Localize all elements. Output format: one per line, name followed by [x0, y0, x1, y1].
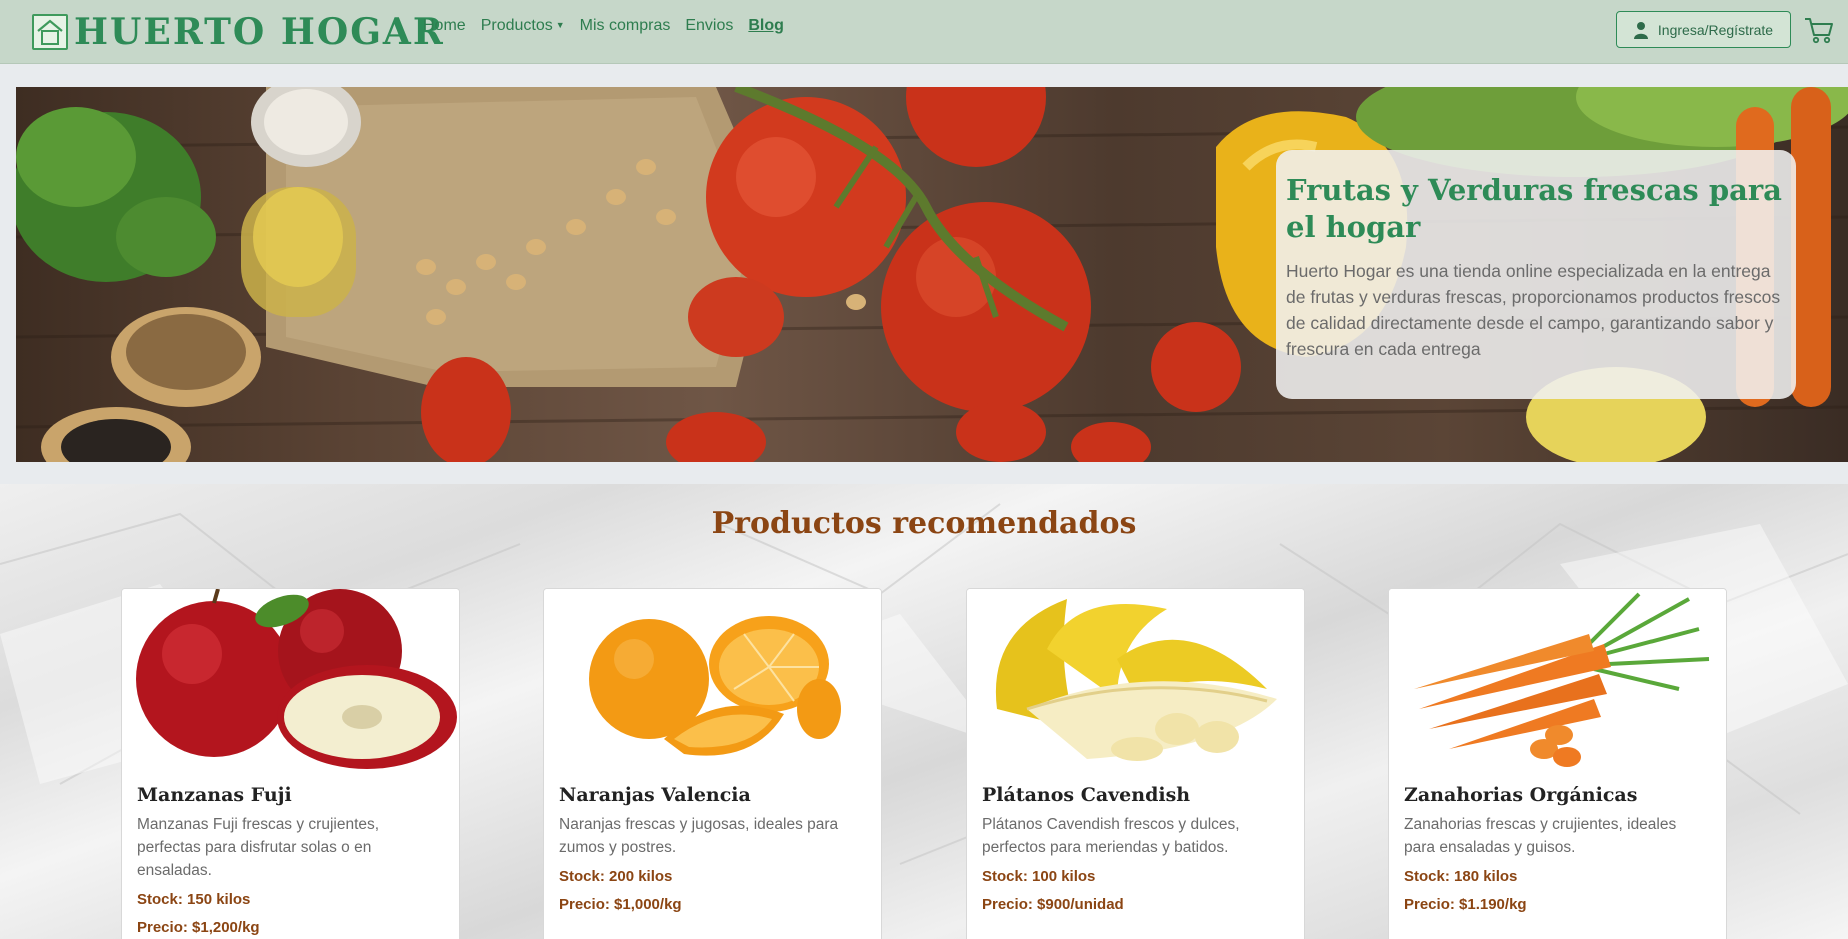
product-name: Plátanos Cavendish: [982, 784, 1191, 806]
product-name: Zanahorias Orgánicas: [1404, 784, 1638, 806]
nav-item-label: Envios: [685, 17, 734, 34]
nav-item-label: Home: [423, 17, 466, 34]
nav-item-label: Productos: [480, 17, 553, 34]
product-name: Naranjas Valencia: [559, 784, 751, 806]
hero-banner: Frutas y Verduras frescas para el hogar …: [16, 87, 1848, 462]
login-register-label: Ingresa/Regístrate: [1657, 21, 1774, 38]
recommended-products-section: Productos recomendados Manzanas Fuji Man…: [0, 484, 1848, 939]
caret-down-icon: ▼: [555, 20, 565, 30]
product-price: Precio: $1,000/kg: [559, 896, 682, 913]
product-price: Precio: $900/unidad: [982, 896, 1124, 913]
product-stock: Stock: 180 kilos: [1404, 868, 1518, 885]
nav-menu: Home Productos ▼ Mis compras Envios Blog: [423, 17, 799, 35]
login-register-button[interactable]: Ingresa/Regístrate: [1616, 11, 1791, 48]
product-card[interactable]: Manzanas Fuji Manzanas Fuji frescas y cr…: [121, 588, 460, 939]
nav-item-label: Mis compras: [579, 17, 671, 34]
section-title: Productos recomendados: [711, 506, 1137, 541]
nav-item-envios[interactable]: Envios: [685, 17, 733, 35]
product-price: Precio: $1.190/kg: [1404, 896, 1527, 913]
brand-name: HUERTO HOGAR: [74, 11, 445, 53]
user-icon: [1633, 21, 1648, 39]
product-card[interactable]: Plátanos Cavendish Plátanos Cavendish fr…: [966, 588, 1305, 939]
product-description: Zanahorias frescas y crujientes, ideales…: [1404, 816, 1677, 856]
product-card[interactable]: Naranjas Valencia Naranjas frescas y jug…: [543, 588, 882, 939]
house-logo-icon: [32, 14, 68, 50]
apples-image: [122, 589, 459, 770]
product-card[interactable]: Zanahorias Orgánicas Zanahorias frescas …: [1388, 588, 1727, 939]
product-description: Naranjas frescas y jugosas, ideales para…: [559, 816, 839, 856]
product-stock: Stock: 200 kilos: [559, 868, 673, 885]
carrots-image: [1389, 589, 1726, 770]
product-price: Precio: $1,200/kg: [137, 919, 260, 936]
product-stock: Stock: 100 kilos: [982, 868, 1096, 885]
navbar: HUERTO HOGAR Home Productos ▼ Mis compras…: [0, 0, 1848, 64]
product-description: Plátanos Cavendish frescos y dulces, per…: [982, 816, 1240, 856]
hero-card: Frutas y Verduras frescas para el hogar …: [1276, 150, 1796, 399]
bananas-image: [967, 589, 1304, 770]
nav-item-blog[interactable]: Blog: [748, 17, 784, 35]
product-description: Manzanas Fuji frescas y crujientes, perf…: [137, 816, 380, 879]
brand[interactable]: HUERTO HOGAR: [32, 11, 445, 53]
product-name: Manzanas Fuji: [137, 784, 292, 806]
hero-title: Frutas y Verduras frescas para el hogar: [1286, 173, 1782, 244]
nav-item-productos[interactable]: Productos ▼: [481, 17, 565, 35]
nav-item-label: Blog: [748, 17, 784, 34]
hero-description: Huerto Hogar es una tienda online especi…: [1286, 261, 1781, 359]
nav-item-home[interactable]: Home: [423, 17, 466, 35]
cart-icon[interactable]: [1804, 16, 1834, 44]
oranges-image: [544, 589, 881, 770]
product-stock: Stock: 150 kilos: [137, 891, 251, 908]
nav-item-mis-compras[interactable]: Mis compras: [580, 17, 671, 35]
